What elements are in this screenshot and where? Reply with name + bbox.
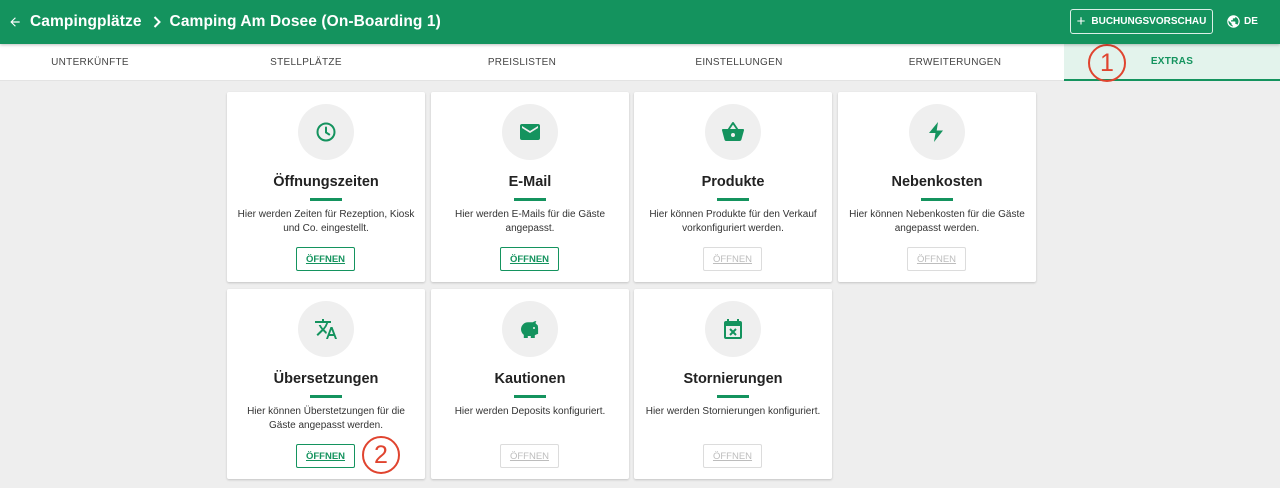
open-button[interactable]: ÖFFNEN [500,247,559,271]
tab-stellplaetze[interactable]: STELLPLÄTZE [216,44,396,81]
card-description: Hier können Überstetzungen für die Gäste… [247,406,405,431]
translate-icon [298,301,354,357]
breadcrumb-current: Camping Am Dosee (On-Boarding 1) [169,13,441,30]
card-title: Kautionen [494,371,566,387]
card-description: Hier können Produkte für den Verkauf vor… [649,209,817,234]
email-icon [502,104,558,160]
card-title: Nebenkosten [891,174,983,190]
language-label: DE [1244,16,1258,27]
tab-einstellungen[interactable]: EINSTELLUNGEN [649,44,829,81]
card-stornierungen: Stornierungen Hier werden Stornierungen … [634,289,832,479]
open-button[interactable]: ÖFFNEN [296,247,355,271]
plus-icon: + [1076,13,1086,30]
tab-preislisten[interactable]: PREISLISTEN [432,44,612,81]
title-underline [717,395,749,398]
card-nebenkosten: Nebenkosten Hier können Nebenkosten für … [838,92,1036,282]
booking-preview-label: BUCHUNGSVORSCHAU [1091,16,1207,27]
back-arrow-icon[interactable] [4,11,26,33]
open-button[interactable]: ÖFFNEN [500,444,559,468]
piggy-bank-icon [502,301,558,357]
annotation-marker-2: 2 [362,436,400,474]
title-underline [310,198,342,201]
globe-icon [1227,15,1240,28]
clock-icon [298,104,354,160]
card-email: E-Mail Hier werden E-Mails für die Gäste… [431,92,629,282]
lightning-icon [909,104,965,160]
card-produkte: Produkte Hier können Produkte für den Ve… [634,92,832,282]
top-app-bar: Campingplätze Camping Am Dosee (On-Board… [0,0,1280,44]
tab-erweiterungen[interactable]: ERWEITERUNGEN [865,44,1045,81]
open-button[interactable]: ÖFFNEN [703,444,762,468]
card-description: Hier werden Stornierungen konfiguriert. [645,406,821,417]
breadcrumb-root[interactable]: Campingplätze [30,13,142,31]
card-title: Produkte [701,174,765,190]
card-title: Übersetzungen [273,371,379,387]
card-description: Hier können Nebenkosten für die Gäste an… [849,209,1025,234]
calendar-cancel-icon [705,301,761,357]
open-button[interactable]: ÖFFNEN [907,247,966,271]
booking-preview-button[interactable]: + BUCHUNGSVORSCHAU [1070,9,1213,34]
card-description: Hier werden E-Mails für die Gäste angepa… [454,209,606,234]
language-selector[interactable]: DE [1226,14,1258,29]
open-button[interactable]: ÖFFNEN [703,247,762,271]
card-title: Stornierungen [683,371,783,387]
open-button[interactable]: ÖFFNEN [296,444,355,468]
basket-icon [705,104,761,160]
card-title: Öffnungszeiten [273,174,379,190]
title-underline [717,198,749,201]
title-underline [514,395,546,398]
card-oeffnungszeiten: Öffnungszeiten Hier werden Zeiten für Re… [227,92,425,282]
title-underline [921,198,953,201]
card-description: Hier werden Zeiten für Rezeption, Kiosk … [237,209,415,234]
title-underline [310,395,342,398]
annotation-marker-1: 1 [1088,44,1126,82]
title-underline [514,198,546,201]
tab-unterkuenfte[interactable]: UNTERKÜNFTE [0,44,180,81]
card-title: E-Mail [508,174,552,190]
card-kautionen: Kautionen Hier werden Deposits konfiguri… [431,289,629,479]
card-description: Hier werden Deposits konfiguriert. [454,406,606,417]
chevron-right-icon [153,16,161,28]
